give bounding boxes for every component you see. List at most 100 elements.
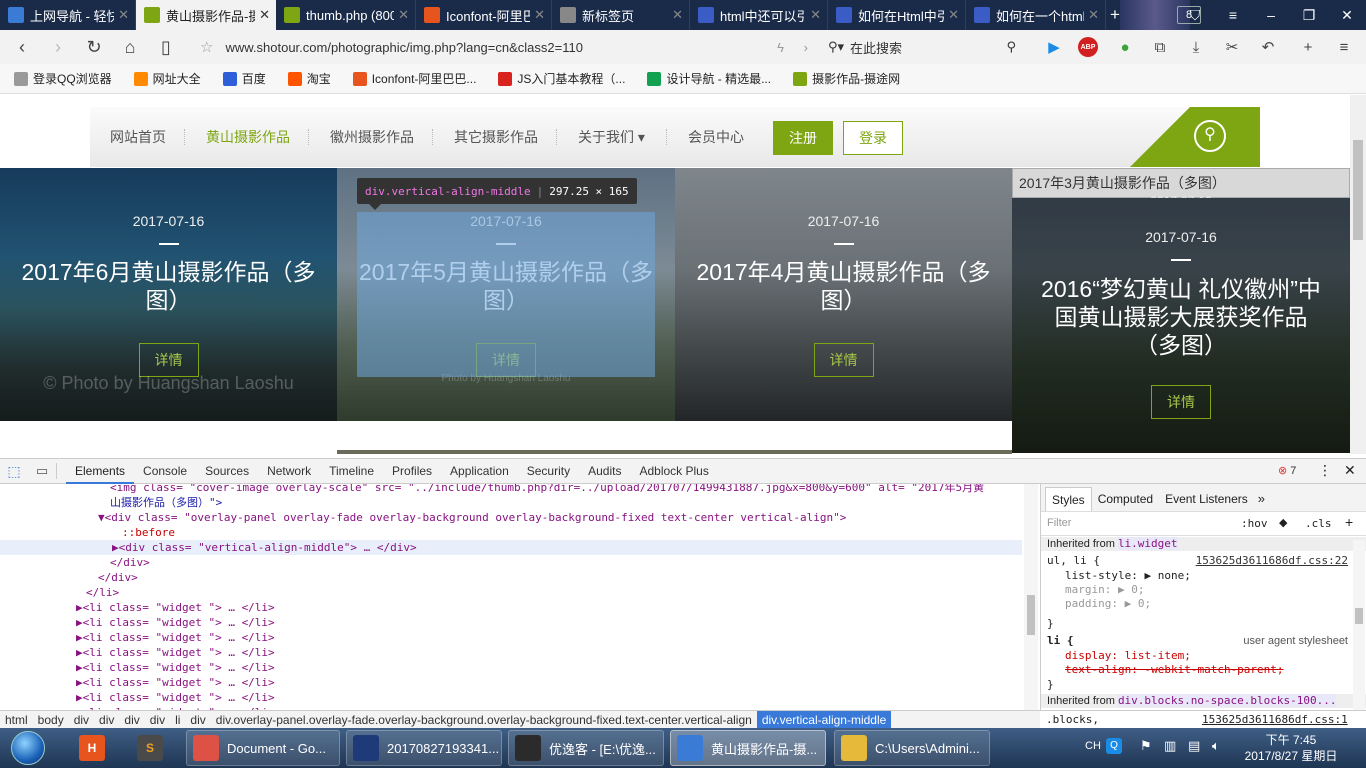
- details-button[interactable]: 详情: [813, 343, 874, 377]
- rule-1-source-link[interactable]: 153625d3611686df.css:22: [1196, 554, 1348, 568]
- browser-tab[interactable]: thumb.php (800 ✕: [276, 0, 416, 30]
- volume-icon[interactable]: 🔈︎: [1212, 738, 1220, 754]
- dom-line[interactable]: ▶<li class= "widget "> … </li>: [0, 660, 1022, 675]
- element-state-icon[interactable]: ◆: [1279, 516, 1287, 529]
- network-icon[interactable]: ▥: [1164, 738, 1176, 754]
- bookmark-item[interactable]: 淘宝: [287, 70, 331, 87]
- photo-card[interactable]: 2017年3月黄山摄影作品（多图）2017-07-162017-07-16201…: [1012, 168, 1350, 453]
- dom-line[interactable]: ▶<li class= "widget "> … </li>: [0, 630, 1022, 645]
- dom-line[interactable]: ▶<li class= "widget "> … </li>: [0, 675, 1022, 690]
- filter-input[interactable]: Filter: [1047, 517, 1071, 529]
- details-button[interactable]: 详情: [1151, 385, 1211, 419]
- scissors-icon[interactable]: ✂: [1222, 37, 1242, 57]
- breadcrumb-item[interactable]: li: [170, 713, 185, 727]
- login-button[interactable]: 登录: [843, 121, 903, 155]
- new-rule-icon[interactable]: +: [1345, 514, 1353, 530]
- dom-line[interactable]: </li>: [0, 585, 1022, 600]
- devtools-tab[interactable]: Network: [258, 459, 320, 484]
- bookmark-item[interactable]: 登录QQ浏览器: [14, 70, 112, 87]
- tshirt-skin-icon[interactable]: ⛉: [1176, 7, 1214, 24]
- styles-scrollbar-thumb[interactable]: [1355, 608, 1363, 624]
- devtools-tab[interactable]: Adblock Plus: [630, 459, 717, 484]
- back-icon[interactable]: ‹: [4, 37, 40, 58]
- styles-subtab[interactable]: Event Listeners: [1159, 487, 1254, 511]
- taskbar-window[interactable]: 优逸客 - [E:\优逸...: [508, 730, 664, 766]
- browser-tab[interactable]: 如何在一个html ✕: [966, 0, 1106, 30]
- tab-close-icon[interactable]: ✕: [668, 7, 683, 23]
- new-tab-button[interactable]: +: [1110, 5, 1120, 25]
- url-text[interactable]: www.shotour.com/photographic/img.php?lan…: [225, 40, 582, 55]
- browser-tab[interactable]: 如何在Html中引入✕: [828, 0, 966, 30]
- taskbar-window[interactable]: Document - Go...: [186, 730, 340, 766]
- close-window-button[interactable]: ✕: [1328, 7, 1366, 24]
- restore-button[interactable]: ❐: [1290, 7, 1328, 24]
- download-icon[interactable]: ⤓: [1186, 37, 1206, 57]
- hamburger-menu-icon[interactable]: ≡: [1334, 37, 1354, 57]
- more-options-icon[interactable]: ⋮: [1318, 462, 1332, 479]
- dom-line[interactable]: ▶<li class= "widget "> … </li>: [0, 600, 1022, 615]
- devtools-tab[interactable]: Timeline: [320, 459, 383, 484]
- puzzle-icon[interactable]: ⧉: [1150, 37, 1170, 57]
- styles-scrollbar[interactable]: [1353, 540, 1365, 710]
- taskbar-window[interactable]: C:\Users\Admini...: [834, 730, 990, 766]
- css-property[interactable]: margin: ▶ 0;: [1065, 583, 1348, 597]
- breadcrumb-item[interactable]: div: [94, 713, 119, 727]
- wechat-icon[interactable]: ●: [1115, 37, 1135, 57]
- dom-line[interactable]: ::before: [0, 525, 1022, 540]
- chevron-right-icon[interactable]: ›: [804, 40, 808, 55]
- inherited-selector-link-2[interactable]: div.blocks.no-space.blocks-100...: [1117, 694, 1337, 707]
- card-title[interactable]: 2017年6月黄山摄影作品（多图）: [20, 258, 317, 314]
- taskbar-pinned-hbuilder[interactable]: H: [70, 730, 114, 766]
- register-button[interactable]: 注册: [773, 121, 833, 155]
- dom-line[interactable]: ▼<div class= "overlay-panel overlay-fade…: [0, 510, 1022, 525]
- breadcrumb-item[interactable]: div.overlay-panel.overlay-fade.overlay-b…: [211, 713, 757, 727]
- tab-close-icon[interactable]: ✕: [255, 7, 270, 23]
- card-title[interactable]: 2016“梦幻黄山 礼仪徽州”中国黄山摄影大展获奖作品（多图）: [1032, 275, 1330, 359]
- undo-icon[interactable]: ↶: [1258, 37, 1278, 57]
- dom-line[interactable]: </div>: [0, 570, 1022, 585]
- elements-scrollbar-thumb[interactable]: [1027, 595, 1035, 635]
- breadcrumb-item[interactable]: div: [69, 713, 94, 727]
- inherited-selector-link-1[interactable]: li.widget: [1117, 537, 1178, 550]
- nav-item[interactable]: 其它摄影作品: [454, 107, 538, 167]
- dom-line[interactable]: ▶<li class= "widget "> … </li>: [0, 645, 1022, 660]
- devtools-tab[interactable]: Console: [134, 459, 196, 484]
- breadcrumb-item[interactable]: body: [33, 713, 69, 727]
- error-icon[interactable]: ⊗ 7: [1278, 464, 1296, 477]
- browser-tab[interactable]: 上网导航 - 轻快上✕: [0, 0, 136, 30]
- bookmark-item[interactable]: 百度: [222, 70, 266, 87]
- devtools-tab[interactable]: Application: [441, 459, 518, 484]
- nav-item[interactable]: 会员中心: [688, 107, 744, 167]
- breadcrumb-item[interactable]: html: [0, 713, 33, 727]
- plus-icon[interactable]: +: [1298, 37, 1318, 57]
- cls-toggle[interactable]: .cls: [1305, 517, 1332, 530]
- tab-close-icon[interactable]: ✕: [530, 7, 545, 23]
- tab-close-icon[interactable]: ✕: [1084, 7, 1099, 23]
- css-property[interactable]: list-style: ▶ none;: [1065, 569, 1348, 583]
- devtools-tab[interactable]: Elements: [66, 459, 135, 484]
- devtools-tab[interactable]: Audits: [579, 459, 630, 484]
- dom-line[interactable]: 山摄影作品（多图）">: [0, 495, 1022, 510]
- search-placeholder[interactable]: 在此搜索: [850, 38, 902, 57]
- ime-indicator[interactable]: CH: [1085, 740, 1101, 752]
- bookmark-item[interactable]: JS入门基本教程（...: [498, 70, 625, 87]
- dom-line[interactable]: <img class= "cover-image overlay-scale" …: [0, 484, 1022, 495]
- home-icon[interactable]: ⌂: [112, 37, 148, 58]
- reading-mode-icon[interactable]: ▯: [148, 37, 184, 58]
- browser-tab[interactable]: html中还可以引h✕: [690, 0, 828, 30]
- devtools-tab[interactable]: Security: [518, 459, 579, 484]
- start-button[interactable]: [2, 730, 54, 766]
- browser-tab[interactable]: 新标签页 ✕: [552, 0, 690, 30]
- nav-item[interactable]: 关于我们 ▾: [578, 107, 645, 167]
- bookmark-item[interactable]: Iconfont-阿里巴巴...: [352, 70, 476, 87]
- dom-line[interactable]: ▶<div class= "vertical-align-middle"> … …: [0, 540, 1022, 555]
- tab-close-icon[interactable]: ✕: [394, 7, 409, 23]
- tab-close-icon[interactable]: ✕: [114, 7, 129, 23]
- photo-card[interactable]: 2017-07-16 2017年4月黄山摄影作品（多图） 详情: [675, 168, 1012, 421]
- reload-icon[interactable]: ↻: [76, 37, 112, 58]
- rule-3-source-link[interactable]: 153625d3611686df.css:1: [1202, 713, 1348, 726]
- card-title[interactable]: 2017年4月黄山摄影作品（多图）: [695, 258, 992, 314]
- site-search-icon[interactable]: ⚲: [1194, 120, 1226, 152]
- nav-item[interactable]: 网站首页: [110, 107, 166, 167]
- search-icon[interactable]: ⚲▾: [828, 39, 844, 55]
